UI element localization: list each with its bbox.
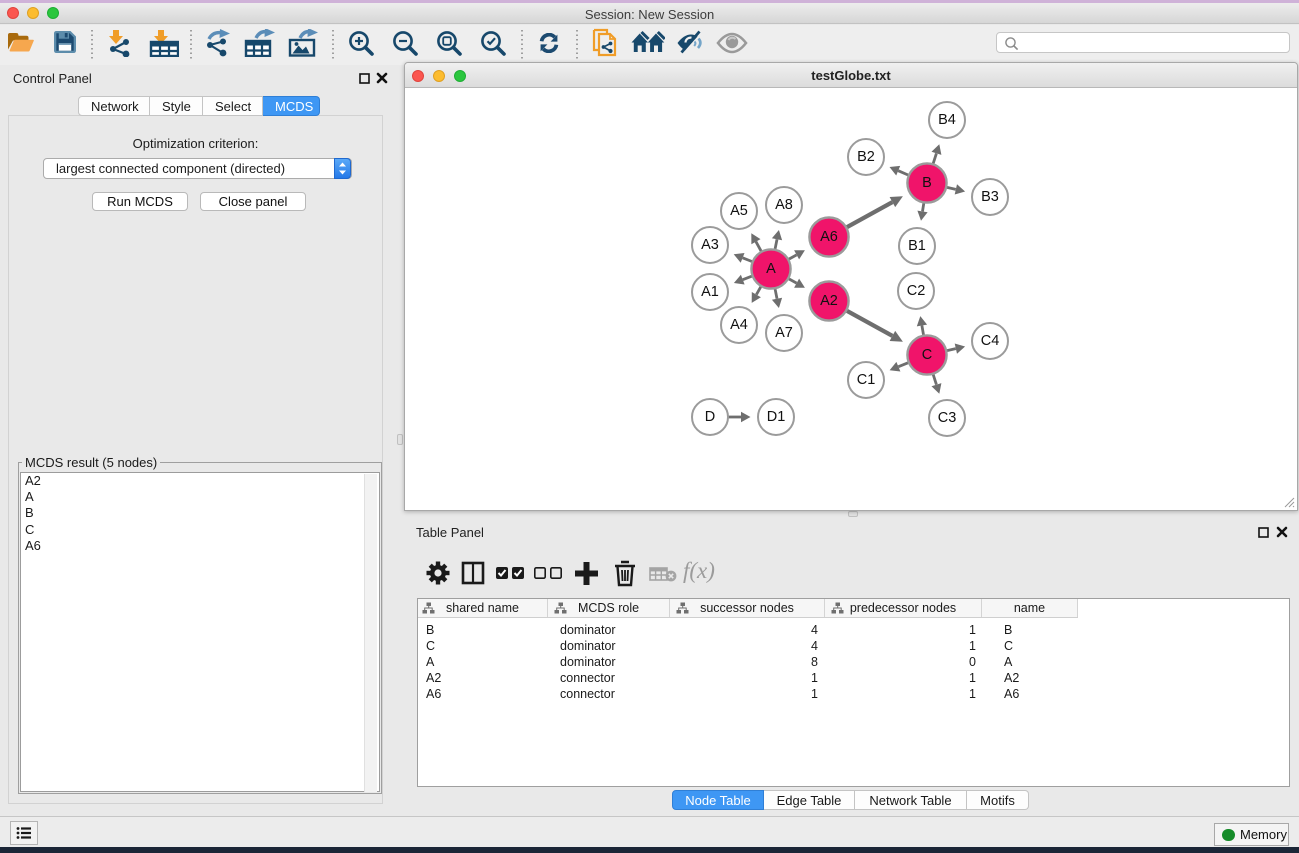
svg-text:C1: C1 — [857, 372, 876, 388]
svg-text:A6: A6 — [820, 229, 838, 245]
svg-text:D1: D1 — [767, 409, 786, 425]
svg-text:B1: B1 — [908, 238, 926, 254]
svg-text:C2: C2 — [907, 283, 926, 299]
svg-text:C: C — [922, 347, 932, 363]
svg-text:A: A — [766, 261, 776, 277]
svg-text:A5: A5 — [730, 203, 748, 219]
svg-text:B: B — [922, 175, 932, 191]
svg-text:A2: A2 — [820, 293, 838, 309]
svg-text:A1: A1 — [701, 284, 719, 300]
svg-text:C3: C3 — [938, 410, 957, 426]
svg-text:B3: B3 — [981, 189, 999, 205]
svg-text:A4: A4 — [730, 317, 748, 333]
svg-text:B2: B2 — [857, 149, 875, 165]
svg-text:C4: C4 — [981, 333, 1000, 349]
svg-text:A7: A7 — [775, 325, 793, 341]
svg-text:B4: B4 — [938, 112, 956, 128]
svg-text:A8: A8 — [775, 197, 793, 213]
svg-text:D: D — [705, 409, 715, 425]
svg-text:A3: A3 — [701, 237, 719, 253]
